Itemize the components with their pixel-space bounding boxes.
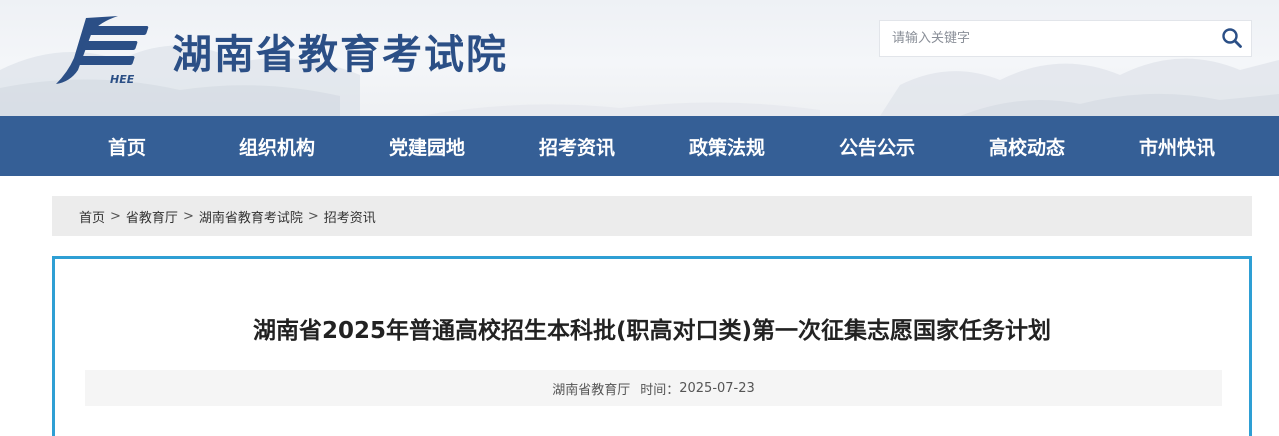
article-source: 湖南省教育厅 (552, 382, 631, 398)
article-container: 湖南省2025年普通高校招生本科批(职高对口类)第一次征集志愿国家任务计划 湖南… (52, 256, 1252, 436)
site-header: HEE 湖南省教育考试院 (0, 0, 1279, 116)
breadcrumb-education-dept[interactable]: 省教育厅 (126, 207, 178, 226)
nav-item-party-building[interactable]: 党建园地 (352, 133, 502, 160)
article-date: 2025-07-23 (679, 380, 755, 396)
nav-item-policy[interactable]: 政策法规 (652, 133, 802, 160)
breadcrumb-separator: > (307, 208, 319, 224)
nav-item-home[interactable]: 首页 (52, 133, 202, 160)
breadcrumb-exam-news[interactable]: 招考资讯 (324, 207, 376, 226)
hee-logo-icon: HEE (56, 16, 149, 86)
article-title: 湖南省2025年普通高校招生本科批(职高对口类)第一次征集志愿国家任务计划 (252, 318, 1052, 344)
nav-item-exam-news[interactable]: 招考资讯 (502, 133, 652, 160)
breadcrumb-separator: > (110, 208, 121, 224)
breadcrumb-home[interactable]: 首页 (79, 207, 105, 226)
breadcrumb-exam-authority[interactable]: 湖南省教育考试院 (199, 207, 303, 226)
nav-item-university-news[interactable]: 高校动态 (952, 133, 1102, 160)
search-input[interactable] (880, 21, 1210, 56)
article-time-label: 时间： (640, 382, 680, 398)
nav-item-organization[interactable]: 组织机构 (202, 133, 352, 160)
search-button[interactable] (1217, 25, 1247, 53)
nav-item-announcements[interactable]: 公告公示 (802, 133, 952, 160)
breadcrumb: 首页 > 省教育厅 > 湖南省教育考试院 > 招考资讯 (52, 196, 1252, 236)
site-title: 湖南省教育考试院 (172, 32, 508, 78)
main-nav: 首页 组织机构 党建园地 招考资讯 政策法规 公告公示 高校动态 市州快讯 (0, 116, 1279, 176)
article-meta: 湖南省教育厅 时间： 2025-07-23 (85, 370, 1222, 406)
nav-item-city-news[interactable]: 市州快讯 (1102, 133, 1252, 160)
logo-text: HEE (110, 73, 135, 86)
breadcrumb-separator: > (182, 208, 194, 224)
search-box (879, 20, 1252, 57)
search-icon (1222, 27, 1242, 48)
